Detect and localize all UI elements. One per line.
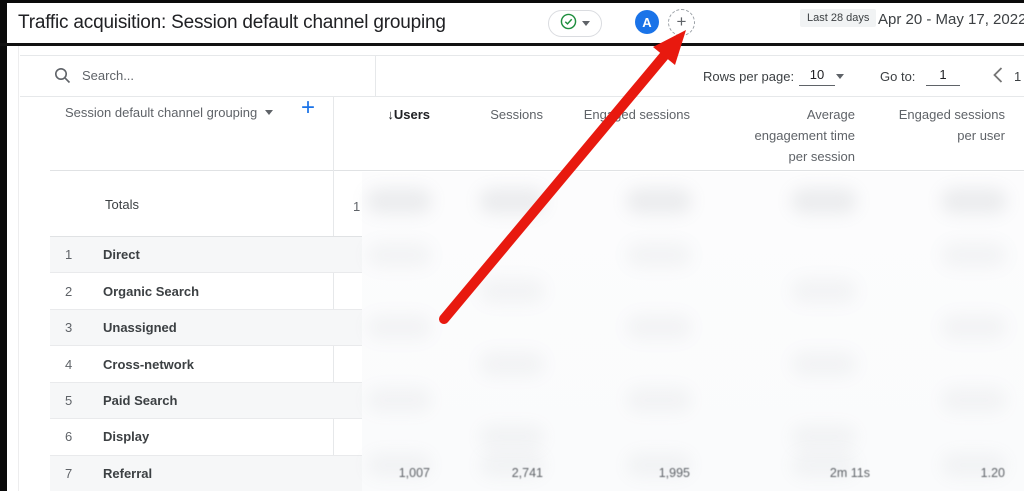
add-dimension-button[interactable]: + [301, 96, 315, 120]
header-divider [0, 43, 1024, 46]
table-row[interactable]: 4Cross-network [50, 346, 362, 382]
toolbar-vertical-divider [375, 55, 376, 96]
table-row[interactable]: 3Unassigned [50, 310, 362, 346]
cell-users: 1,007 [340, 466, 430, 480]
toolbar-top-border [20, 55, 1024, 56]
blurred-value [366, 314, 432, 340]
table-body: 1Direct 2Organic Search 3Unassigned 4Cro… [50, 236, 362, 491]
search-input[interactable] [80, 62, 324, 88]
rows-per-page-caret-icon[interactable] [836, 74, 844, 79]
column-header-users[interactable]: ↓Users [320, 104, 430, 125]
totals-label: Totals [105, 197, 139, 212]
top-border [0, 0, 1024, 3]
blurred-value [941, 314, 1007, 340]
check-circle-icon [560, 13, 577, 35]
cell-sessions: 2,741 [453, 466, 543, 480]
blurred-value [791, 188, 857, 214]
column-header-engaged-sessions-per-user[interactable]: Engaged sessions per user [880, 104, 1005, 146]
blurred-value [366, 188, 432, 214]
blurred-value [366, 242, 432, 268]
report-header: Traffic acquisition: Session default cha… [7, 3, 1024, 43]
rows-per-page-select[interactable]: 10 [799, 67, 835, 86]
table-row[interactable]: 6Display [50, 419, 362, 455]
blurred-value [941, 242, 1007, 268]
pagination-range: 1 [1014, 69, 1021, 84]
chevron-down-icon [582, 21, 590, 26]
share-add-button[interactable]: + [668, 9, 695, 36]
cell-engaged-sessions: 1,995 [600, 466, 690, 480]
blurred-value [479, 278, 545, 304]
table-row[interactable]: 1Direct [50, 237, 362, 273]
dimension-caret-icon [265, 110, 273, 115]
table-row[interactable]: 7Referral [50, 456, 362, 491]
blurred-value [791, 351, 857, 377]
toolbar-bottom-border [20, 96, 1024, 97]
blurred-value [941, 387, 1007, 413]
totals-users-partial-value: 1 [353, 199, 360, 214]
blurred-value [626, 314, 692, 340]
date-range-text[interactable]: Apr 20 - May 17, 2022 [878, 11, 1024, 28]
ga4-traffic-acquisition-screen: Traffic acquisition: Session default cha… [0, 0, 1024, 491]
blurred-value [479, 188, 545, 214]
blurred-value [479, 424, 545, 450]
cell-engaged-sessions-per-user: 1.20 [915, 466, 1005, 480]
card-left-border [18, 46, 19, 491]
column-header-sessions[interactable]: Sessions [443, 104, 543, 125]
page-title: Traffic acquisition: Session default cha… [18, 3, 446, 43]
blurred-value [791, 278, 857, 304]
header-row-border [50, 170, 1024, 171]
blurred-value [366, 387, 432, 413]
column-header-engaged-sessions[interactable]: Engaged sessions [550, 104, 690, 125]
blurred-value [791, 424, 857, 450]
blurred-data-region [362, 172, 1024, 491]
blurred-value [626, 188, 692, 214]
date-range-preset-badge[interactable]: Last 28 days [800, 9, 876, 27]
cell-avg-engagement-time: 2m 11s [780, 466, 870, 480]
blurred-value [626, 242, 692, 268]
table-row[interactable]: 5Paid Search [50, 383, 362, 419]
go-to-input[interactable]: 1 [926, 67, 960, 86]
go-to-label: Go to: [880, 69, 915, 84]
dimension-header-dropdown[interactable]: Session default channel grouping [65, 105, 273, 120]
column-header-avg-engagement-time[interactable]: Average engagement time per session [739, 104, 855, 167]
blurred-value [479, 351, 545, 377]
left-border [0, 0, 7, 491]
search-icon [54, 67, 71, 89]
rows-per-page-label: Rows per page: [703, 69, 794, 84]
avatar[interactable]: A [635, 10, 659, 34]
report-status-button[interactable] [548, 10, 602, 37]
blurred-value [941, 188, 1007, 214]
dimension-header-label: Session default channel grouping [65, 105, 257, 120]
pagination-prev-icon[interactable] [991, 66, 1005, 89]
blurred-value [626, 387, 692, 413]
table-row[interactable]: 2Organic Search [50, 273, 362, 309]
